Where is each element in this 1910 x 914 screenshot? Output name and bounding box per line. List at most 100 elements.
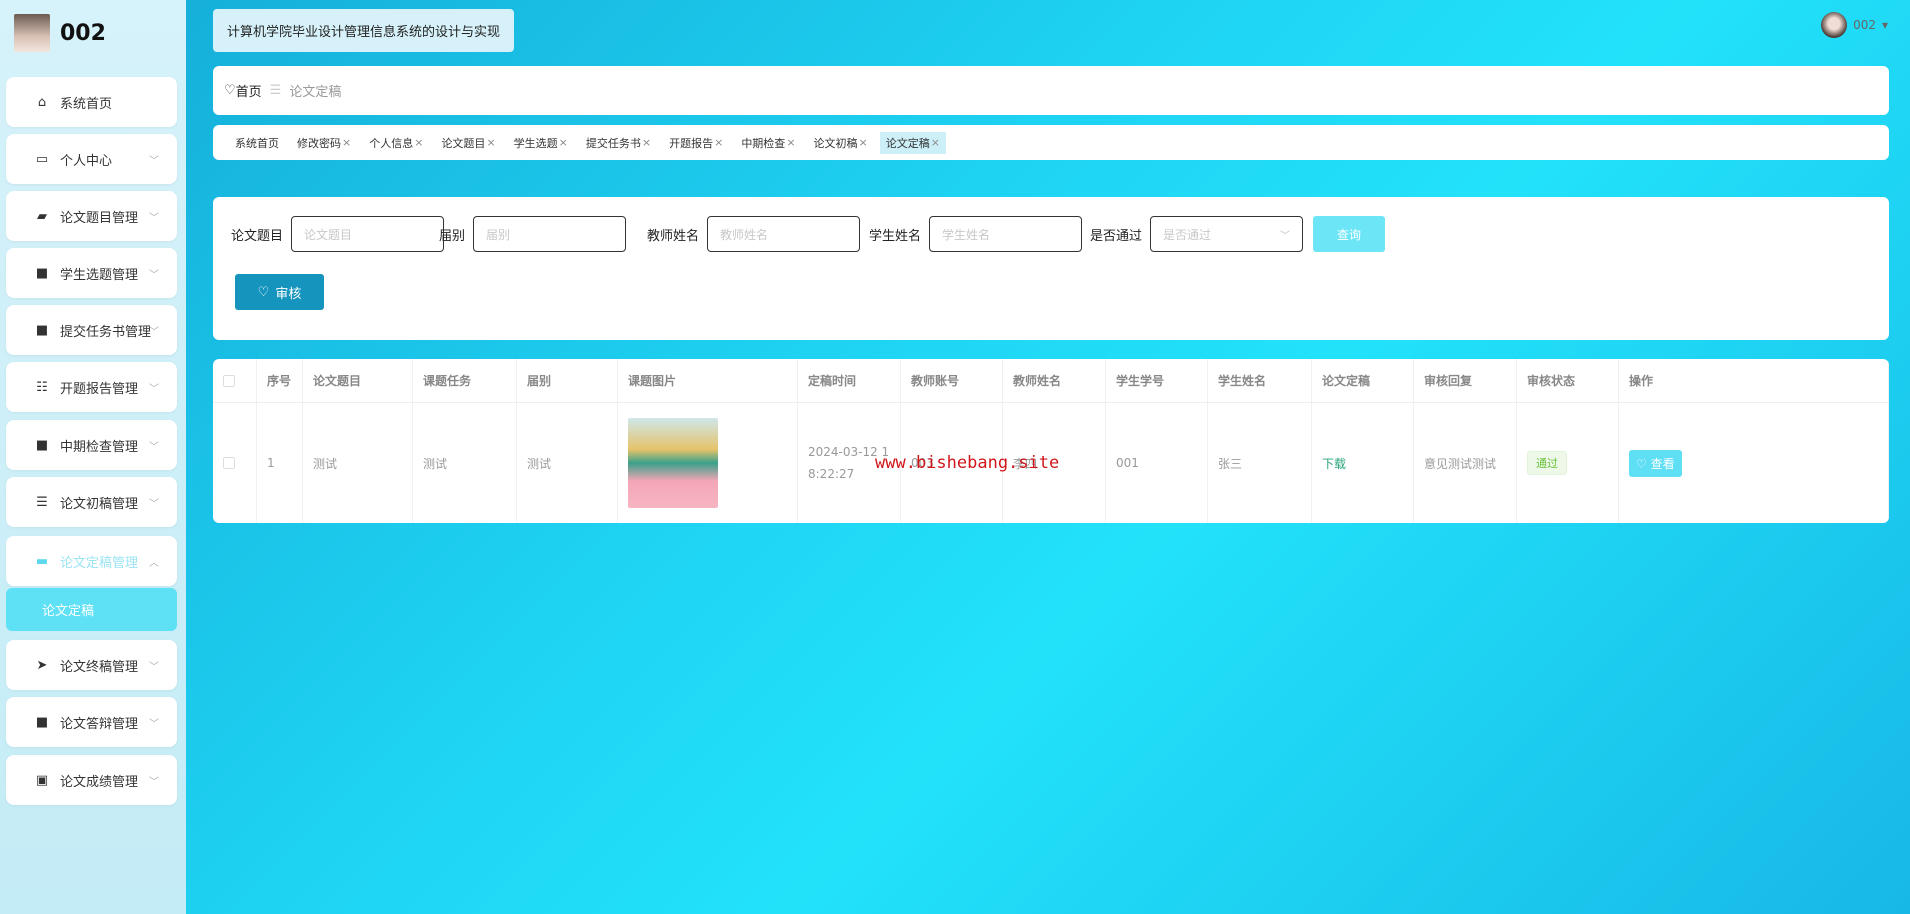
close-icon[interactable]: × — [559, 136, 568, 149]
tab[interactable]: 开题报告 × — [663, 132, 729, 154]
chevron-down-icon: ﹀ — [149, 212, 159, 224]
sidebar-item[interactable]: ■ 论文答辩管理 ﹀ — [6, 697, 177, 747]
tab[interactable]: 论文定稿 × — [879, 131, 946, 154]
data-table: 序号 1 论文题目 测试 课题任务 测试 届别 测试 课题图片 定稿时间 2024-03-12 18… — [213, 359, 1889, 523]
search-input[interactable]: 教师姓名 — [707, 216, 861, 252]
sidebar-item[interactable]: ➤ 论文终稿管理 ﹀ — [6, 640, 177, 690]
audit-button[interactable]: ♡ 审核 — [235, 274, 324, 310]
sidebar-item-label: 开题报告管理 — [60, 381, 139, 397]
chevron-down-icon: ﹀ — [149, 269, 159, 281]
placeholder: 学生姓名 — [942, 227, 991, 242]
column-header: 学生姓名 — [1208, 359, 1312, 403]
clipboard-icon: ▣ — [35, 772, 49, 788]
sidebar-item[interactable]: ▭ 个人中心 ﹀ — [6, 134, 177, 184]
search-input[interactable]: 论文题目 — [291, 216, 445, 252]
user-menu[interactable]: 002 ▾ — [1821, 12, 1888, 38]
placeholder: 教师姓名 — [720, 227, 769, 242]
tab-label: 中期检查 — [741, 136, 786, 150]
tab[interactable]: 学生选题 × — [508, 132, 574, 154]
column-header: 论文题目 — [303, 359, 413, 403]
chevron-down-icon: ﹀ — [149, 383, 159, 395]
table-cell: 1 — [257, 403, 303, 523]
row-checkbox[interactable] — [213, 403, 257, 523]
sidebar-item-label: 论文终稿管理 — [60, 659, 139, 675]
search-input[interactable]: 学生姓名 — [929, 216, 1083, 252]
sidebar-item[interactable]: ■ 中期检查管理 ﹀ — [6, 420, 177, 470]
sidebar-item-label: 论文题目管理 — [60, 210, 139, 226]
placeholder: 是否通过 — [1163, 227, 1212, 242]
table-cell: 测试 — [303, 403, 413, 523]
close-icon[interactable]: × — [931, 136, 940, 149]
tab[interactable]: 系统首页 — [229, 132, 285, 154]
tab[interactable]: 论文题目 × — [435, 132, 501, 154]
close-icon[interactable]: × — [642, 136, 651, 149]
heart-icon: ♡ — [1636, 456, 1651, 471]
search-field: 教师姓名 教师姓名 — [647, 216, 861, 252]
submenu-item-thesis-final[interactable]: 论文定稿 — [6, 588, 177, 631]
column-header: 课题图片 — [618, 359, 798, 403]
sidebar-item-label: 个人中心 — [60, 153, 113, 169]
select-all-checkbox[interactable] — [213, 359, 257, 403]
chevron-down-icon: ﹀ — [149, 776, 159, 788]
field-label: 论文题目 — [231, 228, 284, 244]
view-button[interactable]: ♡ 查看 — [1629, 449, 1682, 477]
close-icon[interactable]: × — [414, 136, 423, 149]
search-field: 论文题目 论文题目 — [231, 216, 445, 252]
sidebar-item[interactable]: ■ 提交任务书管理 ﹀ — [6, 305, 177, 355]
tab[interactable]: 中期检查 × — [735, 132, 801, 154]
tab-label: 提交任务书 — [585, 136, 641, 150]
table-cell: ♡ 查看 — [1619, 403, 1889, 523]
grid-icon: ■ — [35, 437, 49, 453]
tab-label: 学生选题 — [513, 136, 558, 150]
search-field: 届别 届别 — [439, 216, 627, 252]
query-button[interactable]: 查询 — [1313, 216, 1385, 252]
tab-label: 论文题目 — [441, 136, 486, 150]
send-icon: ➤ — [36, 657, 48, 673]
sidebar-item[interactable]: ▰ 论文题目管理 ﹀ — [6, 191, 177, 241]
column-header: 届别 — [517, 359, 618, 403]
wallet-icon: ▰ — [37, 208, 47, 224]
table-cell: 001 — [1106, 403, 1208, 523]
sidebar-item-label: 学生选题管理 — [60, 267, 139, 283]
search-field: 学生姓名 学生姓名 — [869, 216, 1083, 252]
chevron-down-icon: ﹀ — [149, 498, 159, 510]
close-icon[interactable]: × — [786, 136, 795, 149]
audit-label: 审核 — [275, 286, 302, 302]
close-icon[interactable]: × — [859, 136, 868, 149]
sidebar-item[interactable]: ▬ 论文定稿管理 ︿ — [6, 536, 177, 586]
sidebar-item-label: 论文初稿管理 — [60, 496, 139, 512]
caret-down-icon: ▾ — [1881, 18, 1888, 32]
tab[interactable]: 提交任务书 × — [580, 132, 657, 154]
home-icon: ⌂ — [37, 94, 47, 110]
search-field: 是否通过 是否通过 ﹀ — [1090, 216, 1304, 252]
close-icon[interactable]: × — [342, 136, 351, 149]
tab[interactable]: 个人信息 × — [363, 132, 429, 154]
pass-select[interactable]: 是否通过 ﹀ — [1150, 216, 1304, 252]
sidebar-item[interactable]: ▣ 论文成绩管理 ﹀ — [6, 755, 177, 805]
close-icon[interactable]: × — [486, 136, 495, 149]
list-icon: ☰ — [36, 494, 48, 510]
column-header: 课题任务 — [413, 359, 517, 403]
watermark: www.bishebang.site — [875, 453, 1060, 473]
sidebar-item[interactable]: ⌂ 系统首页 — [6, 77, 177, 127]
tab[interactable]: 论文初稿 × — [808, 132, 874, 154]
field-label: 教师姓名 — [647, 228, 700, 244]
tab-label: 论文定稿 — [885, 136, 930, 150]
sidebar-item-label: 论文定稿管理 — [60, 555, 139, 571]
status-badge: 通过 — [1527, 451, 1567, 475]
sidebar-item[interactable]: ☷ 开题报告管理 ﹀ — [6, 362, 177, 412]
breadcrumb-home[interactable]: 首页 — [236, 81, 262, 100]
card-icon: ▭ — [35, 151, 49, 167]
app-title: 计算机学院毕业设计管理信息系统的设计与实现 — [213, 9, 514, 52]
close-icon[interactable]: × — [714, 136, 723, 149]
sidebar-item[interactable]: ☰ 论文初稿管理 ﹀ — [6, 477, 177, 527]
search-input[interactable]: 届别 — [473, 216, 627, 252]
sidebar-item[interactable]: ■ 学生选题管理 ﹀ — [6, 248, 177, 298]
download-link[interactable]: 下载 — [1322, 455, 1346, 472]
column-header: 序号 — [257, 359, 303, 403]
column-header: 论文定稿 — [1312, 359, 1414, 403]
chevron-down-icon: ﹀ — [1280, 230, 1291, 242]
tab-label: 论文初稿 — [813, 136, 858, 150]
tab[interactable]: 修改密码 × — [291, 132, 357, 154]
username: 002 — [60, 20, 106, 46]
